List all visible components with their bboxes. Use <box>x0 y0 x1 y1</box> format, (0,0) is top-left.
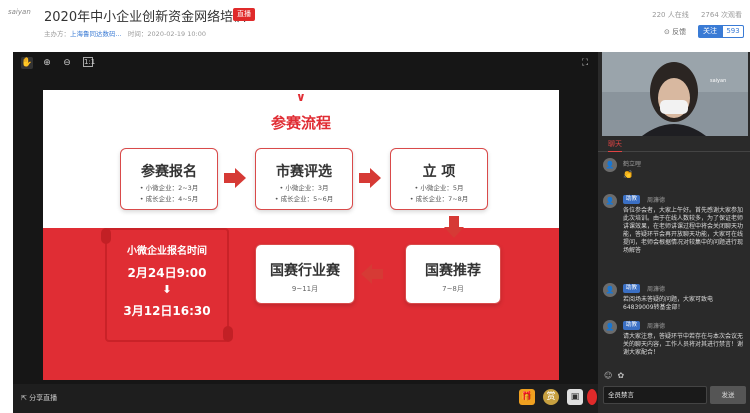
step-card-national-recommend: 国赛推荐 7~8月 <box>405 244 501 304</box>
follow-button[interactable]: 关注 <box>698 25 722 38</box>
live-badge: 直播 <box>233 8 255 21</box>
gift-icon[interactable]: 🎁 <box>519 389 535 405</box>
chat-input[interactable]: 全员禁言 <box>603 386 707 404</box>
chat-username: 周濂德 <box>647 323 666 330</box>
like-icon[interactable] <box>587 389 597 405</box>
chat-message: 👤 鹤立哩 👏 <box>603 158 748 184</box>
chat-text: 若阅场未答疑的问题，大家可致电64839009转基金部！ <box>623 296 714 311</box>
actual-size-icon[interactable]: 1:1 <box>83 57 95 67</box>
scroll-start-time: 2月24日9:00 <box>127 266 207 280</box>
header: saiyan 2020年中小企业创新资金网络培训 直播 主办方：上海鲁同达数码.… <box>0 0 750 46</box>
step-line: • 小微企业：2~3月 <box>139 184 199 192</box>
step-card-city-review: 市赛评选 • 小微企业：3月 • 成长企业：5~6月 <box>255 148 353 210</box>
arrow-down-icon: ⬇ <box>162 283 172 296</box>
step-title: 立 项 <box>422 164 456 180</box>
reward-icon[interactable]: 赏 <box>543 389 559 405</box>
time-value: 2020-02-19 10:00 <box>147 30 206 38</box>
organizer-label: 主办方： <box>44 30 70 38</box>
chat-username: 周濂德 <box>647 286 666 293</box>
signup-time-scroll: 小微企业报名时间 2月24日9:00 ⬇ 3月12日16:30 <box>101 228 233 342</box>
step-title: 市赛评选 <box>276 164 332 180</box>
slide-title: 参赛流程 <box>270 114 331 132</box>
stats: 220 人在线 2764 次观看 <box>642 10 742 20</box>
step-line: • 小微企业：5月 <box>414 184 464 192</box>
chat-tab-bar: 聊天 <box>598 136 750 152</box>
zoom-in-icon[interactable]: ⊕ <box>41 57 53 69</box>
chat-tools: ☺ ✿ <box>604 371 624 380</box>
user-avatar: 👤 <box>603 320 617 334</box>
presenter-video: saiyan <box>602 52 748 136</box>
app-icon[interactable]: ▣ <box>567 389 583 405</box>
step-sub: 7~8月 <box>442 285 464 293</box>
arrow-down-icon <box>444 216 464 238</box>
scroll-roll <box>223 326 233 342</box>
feedback-label: 反馈 <box>672 28 687 36</box>
fullscreen-icon[interactable]: ⛶ <box>579 57 591 69</box>
step-line: • 成长企业：5~6月 <box>274 195 334 203</box>
share-icon: ⇱ <box>21 394 27 402</box>
scroll-heading: 小微企业报名时间 <box>127 246 207 257</box>
chat-text: 👏 <box>623 170 633 179</box>
slide: ∨ 参赛流程 参赛报名 • 小微企业：2~3月 • 成长企业：4~5月 市赛评选… <box>43 90 559 380</box>
role-badge: 助教 <box>623 321 641 330</box>
user-avatar: 👤 <box>603 283 617 297</box>
step-card-national-industry: 国赛行业赛 9~11月 <box>255 244 355 304</box>
chat-username: 周濂德 <box>647 197 666 204</box>
step-title: 参赛报名 <box>141 164 197 180</box>
step-sub: 9~11月 <box>291 285 319 293</box>
svg-text:saiyan: saiyan <box>710 78 726 84</box>
step-line: • 成长企业：4~5月 <box>139 195 199 203</box>
tab-chat[interactable]: 聊天 <box>608 139 622 152</box>
emoji-icon[interactable]: ☺ <box>604 371 612 380</box>
flower-icon[interactable]: ✿ <box>617 371 624 380</box>
presenter-image: saiyan <box>602 52 748 136</box>
role-badge: 助教 <box>623 195 641 204</box>
step-card-approval: 立 项 • 小微企业：5月 • 成长企业：7~8月 <box>390 148 488 210</box>
send-button[interactable]: 发送 <box>710 386 746 404</box>
presentation-stage: ✋ ⊕ ⊖ 1:1 ⛶ ∨ 参赛流程 参赛报名 • 小微企业：2~3月 • 成长… <box>13 52 598 413</box>
arrow-left-icon <box>361 264 383 284</box>
user-avatar: 👤 <box>603 194 617 208</box>
time-label: 时间： <box>127 30 148 38</box>
bottom-bar: ⇱ 分享直播 🎁 赏 ▣ <box>13 384 598 413</box>
share-label: 分享直播 <box>29 394 58 402</box>
chat-message: 👤 助教 周濂德 若阅场未答疑的问题，大家可致电64839009转基金部！ <box>603 283 748 317</box>
step-title: 国赛推荐 <box>425 263 481 279</box>
chat-message: 👤 助教 周濂德 各位参会者，大家上午好。首先感谢大家参加此次培训。由于在线人数… <box>603 194 748 274</box>
hand-tool-icon[interactable]: ✋ <box>21 57 33 69</box>
chat-text: 各位参会者，大家上午好。首先感谢大家参加此次培训。由于在线人数较多，为了保证老师… <box>623 207 744 254</box>
chat-text: 请大家注意，答疑环节中若存在与本次会议无关的聊天内容，工作人员将对其进行禁言！谢… <box>623 333 744 356</box>
user-avatar: 👤 <box>603 158 617 172</box>
online-count: 220 人在线 <box>652 11 689 19</box>
follow-count: 593 <box>722 25 744 38</box>
scroll-end-time: 3月12日16:30 <box>123 304 211 318</box>
feedback-button[interactable]: ⊙ 反馈 <box>664 27 686 37</box>
organizer-link[interactable]: 上海鲁同达数码... <box>70 30 122 38</box>
zoom-out-icon[interactable]: ⊖ <box>61 57 73 69</box>
step-card-signup: 参赛报名 • 小微企业：2~3月 • 成长企业：4~5月 <box>120 148 218 210</box>
chat-username: 鹤立哩 <box>623 161 642 168</box>
chat-message: 👤 助教 周濂德 请大家注意，答疑环节中若存在与本次会议无关的聊天内容，工作人员… <box>603 320 748 364</box>
view-count: 2764 次观看 <box>700 11 742 19</box>
step-line: • 成长企业：7~8月 <box>409 195 469 203</box>
role-badge: 助教 <box>623 284 641 293</box>
arrow-right-icon <box>359 168 381 188</box>
page-title: 2020年中小企业创新资金网络培训 <box>44 10 247 25</box>
location-icon: ⊙ <box>664 28 670 36</box>
step-line: • 小微企业：3月 <box>279 184 329 192</box>
step-title: 国赛行业赛 <box>270 263 340 279</box>
app-logo: saiyan <box>8 8 31 16</box>
share-button[interactable]: ⇱ 分享直播 <box>21 393 57 403</box>
arrow-right-icon <box>224 168 246 188</box>
meta-info: 主办方：上海鲁同达数码... 时间：2020-02-19 10:00 <box>44 28 206 38</box>
slide-chevron-icon: ∨ <box>296 90 306 104</box>
